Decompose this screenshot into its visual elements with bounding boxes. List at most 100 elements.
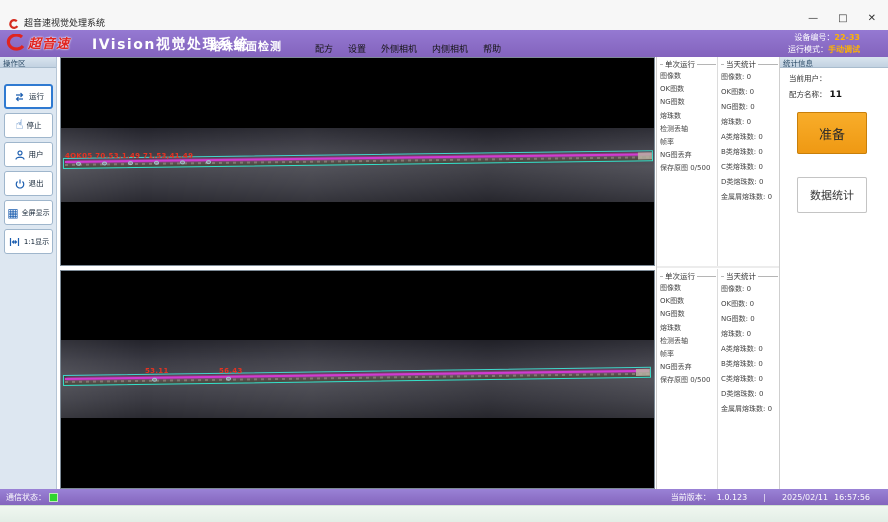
- info-panel-caption: 统计信息: [780, 57, 888, 68]
- run-cycle-icon: [13, 91, 26, 103]
- stat-row: D类熔珠数: 0: [721, 387, 778, 402]
- single-run-caption: 单次运行: [660, 271, 716, 282]
- data-statistics-button[interactable]: 数据统计: [797, 177, 867, 213]
- stat-row: 帧率: [660, 136, 716, 149]
- app-subtitle: 熔珠端面检测: [210, 38, 282, 54]
- daily-stats-caption: 当天统计: [721, 271, 778, 282]
- device-info: 设备编号：22-33 运行模式：手动调试: [788, 32, 860, 56]
- app-window: 超音速视觉处理系统 — □ ✕ 超音速 IVision视觉处理系统 熔珠端面检测…: [0, 0, 888, 522]
- menu-item-recipe[interactable]: 配方: [315, 42, 333, 55]
- menu-item-inner-camera[interactable]: 内侧相机: [432, 42, 468, 55]
- one-to-one-icon: [8, 236, 21, 248]
- stat-row: NG图数: 0: [721, 100, 778, 115]
- daily-stats-rows: 图像数: 0OK图数: 0NG图数: 0熔珠数: 0A类熔珠数: 0B类熔珠数:…: [721, 70, 778, 205]
- stat-row: 图像数: 0: [721, 70, 778, 85]
- user-icon: [14, 149, 26, 161]
- close-button[interactable]: ✕: [868, 13, 876, 24]
- current-user-label: 当前用户：: [789, 74, 827, 83]
- bead-marker: [102, 161, 107, 165]
- statistics-panel: 单次运行 图像数OK图数NG图数熔珠数检测丢轴帧率NG图丢弃保存原图 0/500…: [656, 57, 780, 489]
- menu-item-settings[interactable]: 设置: [348, 42, 366, 55]
- stat-row: NG图数: [660, 96, 716, 109]
- group-separator: [657, 266, 779, 268]
- menu-item-help[interactable]: 帮助: [483, 42, 501, 55]
- bead-marker: [180, 160, 185, 164]
- run-button-label: 运行: [29, 91, 44, 102]
- operation-sidebar: 操作区 运行 ☝ 停止 用户 退出 ▦ 全屏显示: [0, 57, 57, 489]
- stat-row: 图像数: 0: [721, 282, 778, 297]
- stat-row: NG图数: 0: [721, 312, 778, 327]
- exit-button-label: 退出: [29, 178, 44, 189]
- stat-row: 熔珠数: [660, 322, 716, 335]
- stat-row: D类熔珠数: 0: [721, 175, 778, 190]
- strip-highlight: [638, 152, 652, 159]
- stat-row: NG图丢弃: [660, 149, 716, 162]
- stat-row: NG图丢弃: [660, 361, 716, 374]
- stat-row: C类熔珠数: 0: [721, 160, 778, 175]
- stat-row: NG图数: [660, 308, 716, 321]
- strip-highlight: [636, 369, 650, 376]
- stat-row: C类熔珠数: 0: [721, 372, 778, 387]
- stat-row: OK图数: [660, 295, 716, 308]
- measurement-annotation: 4OK05 70.53,1.49 71.53,41.49: [65, 152, 193, 160]
- stat-row: B类熔珠数: 0: [721, 357, 778, 372]
- brand-swoosh-icon: [6, 34, 26, 52]
- column-divider: [717, 57, 718, 266]
- measurement-annotation: 56.43: [219, 367, 243, 375]
- stop-button[interactable]: ☝ 停止: [4, 113, 53, 138]
- stat-row: 熔珠数: [660, 110, 716, 123]
- stat-row: 保存原图 0/500: [660, 374, 716, 387]
- power-icon: [14, 178, 26, 190]
- one-to-one-button-label: 1:1显示: [24, 237, 49, 247]
- stat-row: OK图数: 0: [721, 297, 778, 312]
- menu-bar: 配方 设置 外侧相机 内侧相机 帮助: [315, 42, 501, 55]
- one-to-one-button[interactable]: 1:1显示: [4, 229, 53, 254]
- measurement-annotation: 53.11: [145, 367, 169, 375]
- fullscreen-button[interactable]: ▦ 全屏显示: [4, 200, 53, 225]
- stat-row: 保存原图 0/500: [660, 162, 716, 175]
- stat-row: 金属屑熔珠数: 0: [721, 402, 778, 417]
- bead-marker: [152, 378, 157, 382]
- brand-text: 超音速: [28, 33, 70, 52]
- version-value: 1.0.123: [717, 493, 748, 502]
- stat-row: 检测丢轴: [660, 335, 716, 348]
- info-panel: 统计信息 当前用户： 配方名称：11 准备 数据统计: [780, 57, 888, 489]
- titlebar: 超音速视觉处理系统 — □ ✕: [0, 0, 888, 30]
- bead-marker: [226, 377, 231, 381]
- restore-button[interactable]: □: [838, 13, 847, 24]
- stat-row: B类熔珠数: 0: [721, 145, 778, 160]
- stat-row: 图像数: [660, 282, 716, 295]
- status-time: 16:57:56: [834, 493, 870, 502]
- stat-row: 熔珠数: 0: [721, 327, 778, 342]
- app-header: 超音速 IVision视觉处理系统 熔珠端面检测 配方 设置 外侧相机 内侧相机…: [0, 30, 888, 57]
- menu-item-outer-camera[interactable]: 外侧相机: [381, 42, 417, 55]
- stat-row: 金属屑熔珠数: 0: [721, 190, 778, 205]
- column-divider: [717, 269, 718, 489]
- stats-group-camera2: 单次运行 图像数OK图数NG图数熔珠数检测丢轴帧率NG图丢弃保存原图 0/500…: [657, 269, 779, 489]
- run-mode-label: 运行模式：: [788, 45, 828, 54]
- user-button-label: 用户: [29, 149, 44, 160]
- desktop-strip: [0, 505, 888, 522]
- camera-viewport-1[interactable]: 4OK05 70.53,1.49 71.53,41.49: [60, 57, 655, 266]
- brand-logo: 超音速: [6, 33, 70, 52]
- daily-stats-caption: 当天统计: [721, 59, 778, 70]
- bead-marker: [154, 161, 159, 165]
- stat-row: A类熔珠数: 0: [721, 342, 778, 357]
- camera-viewport-2[interactable]: 53.11 56.43: [60, 270, 655, 489]
- stat-row: 检测丢轴: [660, 123, 716, 136]
- exit-button[interactable]: 退出: [4, 171, 53, 196]
- stop-hand-icon: ☝: [16, 119, 24, 132]
- single-run-caption: 单次运行: [660, 59, 716, 70]
- single-run-rows: 图像数OK图数NG图数熔珠数检测丢轴帧率NG图丢弃保存原图 0/500: [660, 282, 716, 388]
- single-run-rows: 图像数OK图数NG图数熔珠数检测丢轴帧率NG图丢弃保存原图 0/500: [660, 70, 716, 176]
- bead-marker: [206, 160, 211, 164]
- minimize-button[interactable]: —: [808, 13, 818, 24]
- stat-row: 熔珠数: 0: [721, 115, 778, 130]
- status-date: 2025/02/11: [782, 493, 828, 502]
- stop-button-label: 停止: [26, 120, 41, 131]
- recipe-name-label: 配方名称：: [789, 90, 827, 99]
- prepare-button[interactable]: 准备: [797, 112, 867, 154]
- run-button[interactable]: 运行: [4, 84, 53, 109]
- user-button[interactable]: 用户: [4, 142, 53, 167]
- bead-marker: [128, 161, 133, 165]
